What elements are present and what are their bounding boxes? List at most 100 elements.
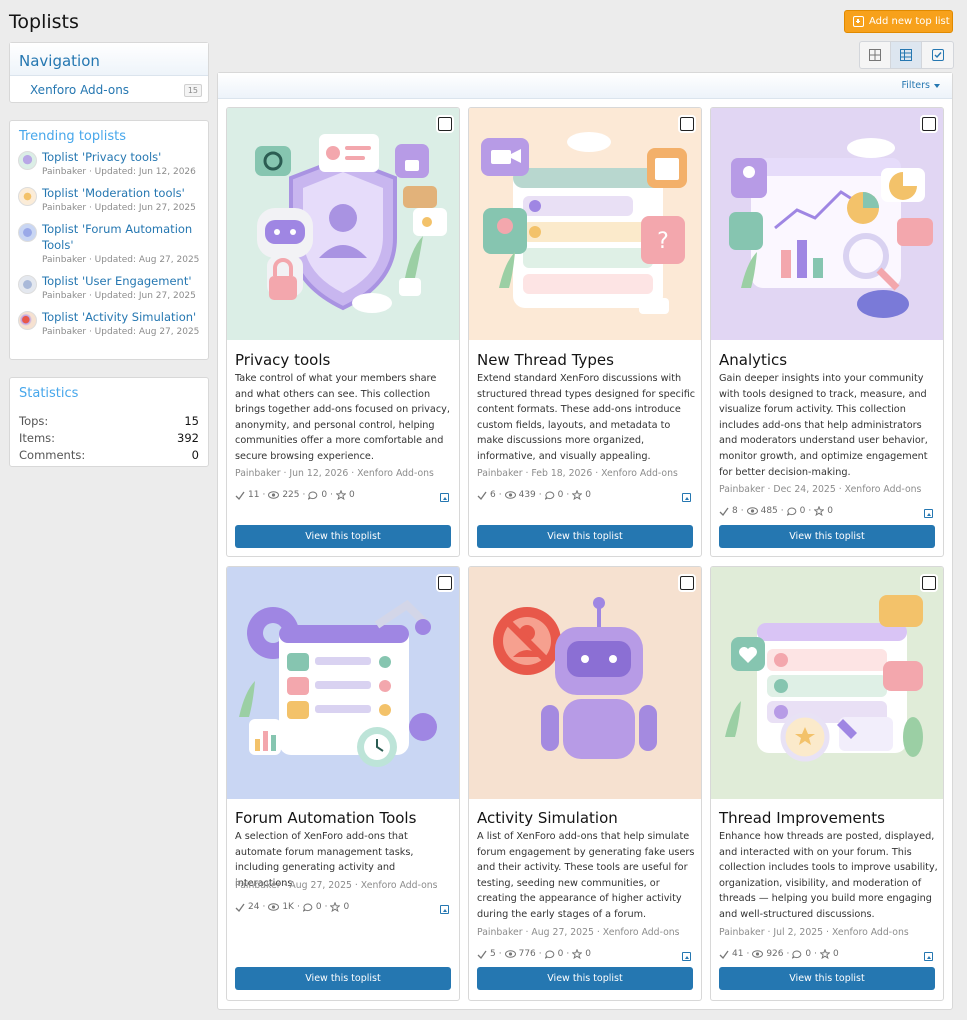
toplist-cover-image[interactable]	[711, 567, 943, 799]
toplist-cover-image[interactable]	[227, 108, 459, 340]
page-title: Toplists	[9, 11, 79, 33]
bookmark-icon[interactable]	[924, 509, 933, 518]
table-view-button[interactable]	[891, 42, 922, 68]
select-checkbox[interactable]	[680, 576, 694, 590]
trending-item: Toplist 'Forum Automation Tools' Painbake…	[18, 221, 208, 267]
eye-icon	[268, 491, 280, 499]
toplist-card: Forum Automation Tools A selection of Xe…	[226, 566, 460, 1001]
view-toplist-button[interactable]: View this toplist	[719, 967, 935, 990]
toplist-meta: Painbaker · Feb 18, 2026 · Xenforo Add-o…	[477, 468, 678, 479]
statistics-heading: Statistics	[19, 386, 79, 401]
view-toplist-button[interactable]: View this toplist	[719, 525, 935, 548]
toplist-thumbnail	[18, 311, 37, 330]
select-checkbox[interactable]	[438, 576, 452, 590]
nav-item-xenforo-addons[interactable]: Xenforo Add-ons 15	[10, 76, 208, 97]
filters-bar: Filters	[218, 73, 952, 99]
add-icon	[853, 16, 864, 27]
view-toplist-button[interactable]: View this toplist	[235, 525, 451, 548]
view-toplist-button[interactable]: View this toplist	[477, 525, 693, 548]
views-count: 1K	[282, 902, 294, 912]
select-mode-button[interactable]	[922, 42, 953, 68]
rating-count: 0	[585, 949, 592, 959]
bookmark-icon[interactable]	[440, 905, 449, 914]
trending-item-link[interactable]: Toplist 'Forum Automation Tools'	[42, 221, 208, 253]
filters-button[interactable]: Filters	[902, 80, 930, 91]
select-checkbox[interactable]	[922, 576, 936, 590]
views-count: 485	[760, 506, 778, 516]
toplist-thumbnail	[18, 223, 37, 242]
toplist-cover-image[interactable]	[469, 567, 701, 799]
add-toplist-button[interactable]: Add new top list	[844, 10, 953, 33]
select-checkbox[interactable]	[438, 117, 452, 131]
cover-illustration	[725, 595, 923, 762]
toplist-counts: 6 · 439 · 0 · 0	[477, 490, 591, 500]
check-icon	[235, 903, 245, 912]
toplist-title[interactable]: New Thread Types	[477, 351, 614, 369]
chevron-down-icon[interactable]	[934, 83, 940, 88]
cover-illustration	[239, 599, 437, 767]
trending-item-meta: Painbaker · Updated: Aug 27, 2025	[42, 255, 200, 265]
trending-item-link[interactable]: Toplist 'Privacy tools'	[42, 149, 196, 165]
check-icon	[235, 491, 245, 500]
views-count: 776	[518, 949, 536, 959]
trending-item-meta: Painbaker · Updated: Jun 27, 2025	[42, 203, 196, 213]
toplist-title[interactable]: Analytics	[719, 351, 787, 369]
rating-count: 0	[833, 949, 839, 959]
toplist-meta: Painbaker · Jul 2, 2025 · Xenforo Add-on…	[719, 927, 909, 938]
toplist-card: Privacy tools Take control of what your …	[226, 107, 460, 557]
comment-icon	[302, 902, 313, 912]
toplist-title[interactable]: Privacy tools	[235, 351, 330, 369]
toplist-meta: Painbaker · Aug 27, 2025 · Xenforo Add-o…	[235, 880, 438, 891]
items-count: 11	[248, 490, 260, 500]
comment-icon	[544, 490, 554, 500]
trending-item: Toplist 'Activity Simulation' Painbaker ·…	[18, 309, 208, 339]
toplist-card: Thread Improvements Enhance how threads …	[710, 566, 944, 1001]
bookmark-icon[interactable]	[682, 952, 691, 961]
svg-text:?: ?	[657, 229, 669, 254]
star-icon	[814, 506, 825, 516]
view-toplist-button[interactable]: View this toplist	[235, 967, 451, 990]
star-icon	[336, 490, 346, 500]
toplist-cover-image[interactable]: ?	[469, 108, 701, 340]
check-icon	[719, 507, 729, 516]
trending-item-link[interactable]: Toplist 'User Engagement'	[42, 273, 196, 289]
star-icon	[820, 949, 830, 959]
toplist-title[interactable]: Activity Simulation	[477, 809, 618, 827]
toplist-title[interactable]: Forum Automation Tools	[235, 809, 416, 827]
trending-item-link[interactable]: Toplist 'Moderation tools'	[42, 185, 196, 201]
trending-item: Toplist 'Moderation tools' Painbaker · Up…	[18, 185, 208, 215]
views-count: 926	[766, 949, 784, 959]
toplist-counts: 24 · 1K · 0 · 0	[235, 902, 349, 912]
select-checkbox[interactable]	[922, 117, 936, 131]
toplist-description: Extend standard XenForo discussions with…	[477, 373, 696, 462]
comment-icon	[308, 490, 318, 500]
nav-item-label: Xenforo Add-ons	[30, 83, 130, 97]
comments-count: 0	[557, 949, 564, 959]
bookmark-icon[interactable]	[924, 952, 933, 961]
statistics-block: Statistics Tops: 15 Items: 392 Comments: 0	[9, 377, 209, 467]
trending-item: Toplist 'Privacy tools' Painbaker · Updat…	[18, 149, 208, 179]
bookmark-icon[interactable]	[682, 493, 691, 502]
trending-item-meta: Painbaker · Updated: Jun 12, 2026	[42, 167, 196, 177]
trending-item-meta: Painbaker · Updated: Jun 27, 2025	[42, 291, 196, 301]
trending-item-link[interactable]: Toplist 'Activity Simulation'	[42, 309, 199, 325]
comments-count: 0	[321, 490, 328, 500]
trending-item-meta: Painbaker · Updated: Aug 27, 2025	[42, 327, 200, 337]
comments-count: 0	[315, 902, 322, 912]
view-toplist-button[interactable]: View this toplist	[477, 967, 693, 990]
comment-icon	[786, 506, 796, 516]
check-icon	[477, 950, 487, 959]
toplist-title[interactable]: Thread Improvements	[719, 809, 885, 827]
items-count: 41	[732, 949, 744, 959]
stat-row-tops: Tops: 15	[19, 413, 199, 430]
toplist-thumbnail	[18, 187, 37, 206]
toplist-cover-image[interactable]	[227, 567, 459, 799]
select-checkbox[interactable]	[680, 117, 694, 131]
table-icon	[900, 49, 912, 61]
rating-count: 0	[827, 506, 834, 516]
bookmark-icon[interactable]	[440, 493, 449, 502]
stat-label: Comments:	[19, 448, 86, 462]
rating-count: 0	[349, 490, 355, 500]
grid-view-button[interactable]	[860, 42, 891, 68]
toplist-cover-image[interactable]	[711, 108, 943, 340]
